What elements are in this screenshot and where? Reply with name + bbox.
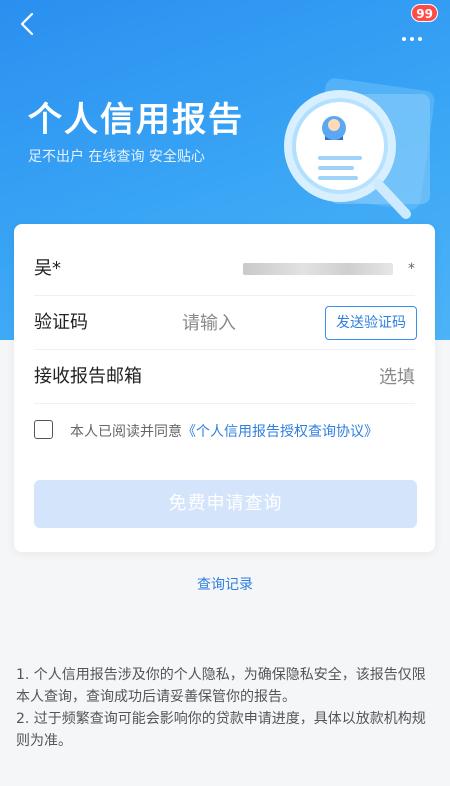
chevron-left-icon (20, 12, 34, 36)
code-row: 验证码 发送验证码 (34, 296, 417, 350)
query-history-link[interactable]: 查询记录 (0, 574, 450, 594)
page-subtitle: 足不出户 在线查询 安全贴心 (28, 149, 205, 165)
page-title: 个人信用报告 (28, 100, 244, 140)
name-label: 吴* (34, 258, 61, 279)
name-row: 吴* * (34, 242, 415, 296)
credit-report-magnifier-icon (284, 78, 435, 219)
submit-query-button[interactable]: 免费申请查询 (34, 480, 417, 528)
notes-section: 1. 个人信用报告涉及你的个人隐私，为确保隐私安全，该报告仅限本人查询，查询成功… (16, 664, 436, 752)
agreement-link[interactable]: 《个人信用报告授权查询协议》 (182, 424, 378, 440)
masked-id-value (243, 263, 393, 275)
note-item: 2. 过于频繁查询可能会影响你的贷款申请进度，具体以放款机构规则为准。 (16, 711, 426, 749)
code-input[interactable] (182, 308, 312, 338)
masked-id-suffix: * (408, 261, 415, 277)
back-button[interactable] (14, 12, 42, 40)
email-label: 接收报告邮箱 (34, 366, 142, 387)
more-dots-icon (402, 26, 426, 45)
notification-badge: 99 (411, 4, 438, 22)
agreement-text: 本人已阅读并同意《个人信用报告授权查询协议》 (70, 421, 378, 441)
query-form-card: 吴* * 验证码 发送验证码 接收报告邮箱 本人已阅读并同意《个人信用报告授权查… (14, 224, 435, 552)
email-row: 接收报告邮箱 (34, 350, 415, 404)
send-code-button[interactable]: 发送验证码 (325, 306, 417, 340)
code-label: 验证码 (34, 312, 88, 333)
email-input[interactable] (255, 362, 415, 392)
agreement-prefix: 本人已阅读并同意 (70, 424, 182, 440)
agree-checkbox[interactable] (34, 420, 53, 439)
note-item: 1. 个人信用报告涉及你的个人隐私，为确保隐私安全，该报告仅限本人查询，查询成功… (16, 667, 426, 705)
